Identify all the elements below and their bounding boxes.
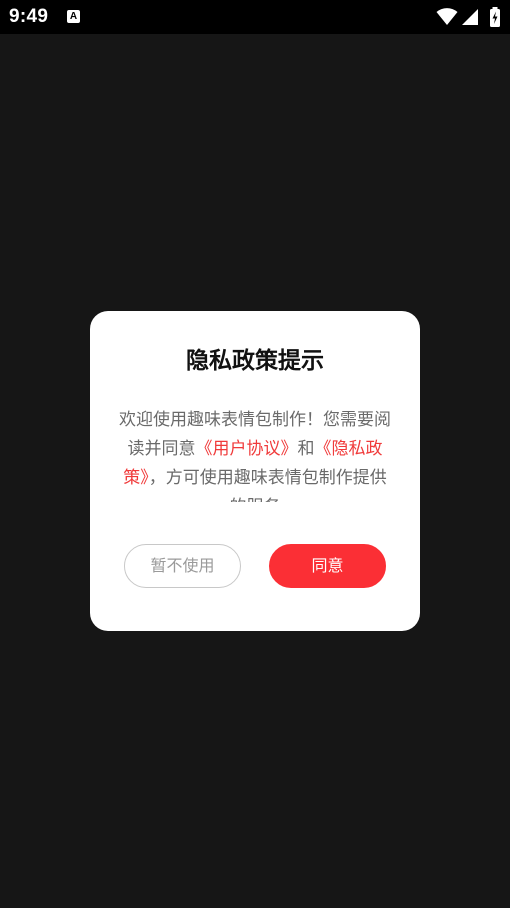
privacy-policy-dialog: 隐私政策提示 欢迎使用趣味表情包制作！您需要阅读并同意《用户协议》和《隐私政策》… (90, 311, 420, 631)
body-text-outro: ，方可使用趣味表情包制作提供的服务 (148, 468, 387, 502)
status-bar: 9:49 A (0, 0, 510, 34)
cell-signal-icon (462, 9, 478, 25)
notification-a-icon: A (67, 10, 80, 23)
battery-charging-icon (490, 7, 500, 27)
status-time: 9:49 (9, 6, 49, 27)
decline-button[interactable]: 暂不使用 (124, 544, 241, 588)
wifi-icon (436, 8, 458, 25)
body-text-and: 和 (297, 439, 315, 459)
agree-button[interactable]: 同意 (269, 544, 386, 588)
status-icons (436, 7, 502, 27)
dialog-title: 隐私政策提示 (186, 348, 324, 374)
user-agreement-link[interactable]: 《用户协议》 (196, 439, 298, 459)
dialog-body: 欢迎使用趣味表情包制作！您需要阅读并同意《用户协议》和《隐私政策》，方可使用趣味… (117, 406, 393, 502)
